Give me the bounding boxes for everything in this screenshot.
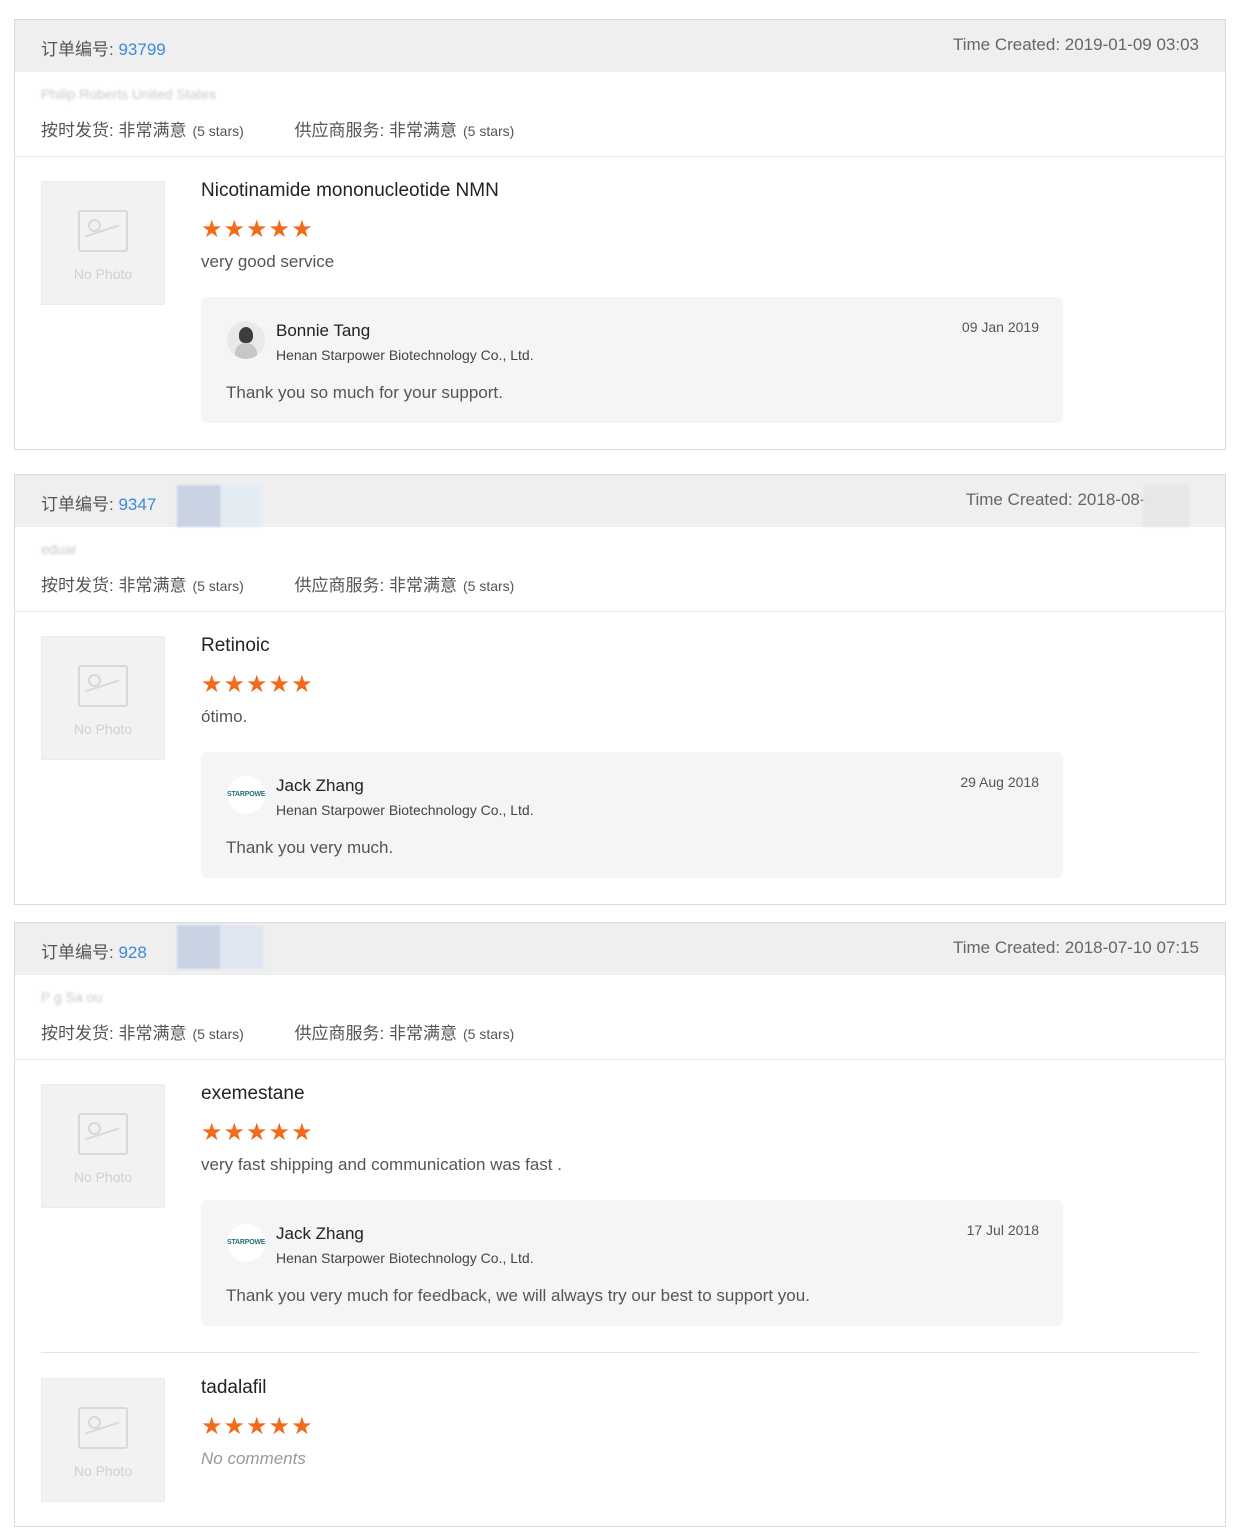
redaction-mask bbox=[221, 925, 263, 969]
star-rating: ★★★★★ bbox=[201, 216, 314, 243]
replier-avatar: STARPOWER bbox=[227, 776, 265, 814]
buyer-name: P g Sa ou bbox=[41, 989, 103, 1005]
order-card: 订单编号: 928 Time Created: 2018-07-10 07:15… bbox=[14, 922, 1226, 1527]
no-photo-label: No Photo bbox=[73, 721, 133, 737]
image-placeholder-icon bbox=[78, 1113, 128, 1155]
replier-name: Jack Zhang bbox=[276, 1224, 364, 1243]
buyer-name: Philip Roberts United States bbox=[41, 86, 217, 102]
buyer-ratings: P g Sa ou 按时发货: 非常满意 (5 stars) 供应商服务: 非常满… bbox=[15, 975, 1225, 1060]
seller-reply: STARPOWER Jack Zhang Henan Starpower Bio… bbox=[201, 1200, 1063, 1326]
item-divider bbox=[41, 1352, 1199, 1353]
review-comment: very good service bbox=[201, 252, 335, 271]
replier-company: Henan Starpower Biotechnology Co., Ltd. bbox=[276, 802, 534, 818]
order-number-value[interactable]: 9347 bbox=[118, 495, 156, 514]
shipping-rating-stars: (5 stars) bbox=[192, 1026, 244, 1042]
replier-avatar: STARPOWER bbox=[227, 1224, 265, 1262]
shipping-rating-stars: (5 stars) bbox=[192, 123, 244, 139]
product-title[interactable]: tadalafil bbox=[201, 1377, 267, 1399]
shipping-rating: 按时发货: 非常满意 (5 stars) bbox=[41, 1019, 244, 1044]
service-rating-label: 供应商服务: 非常满意 bbox=[294, 121, 457, 140]
order-header: 订单编号: 93799 Time Created: 2019-01-09 03:… bbox=[15, 20, 1225, 72]
product-thumbnail[interactable]: No Photo bbox=[41, 181, 165, 305]
reply-text: Thank you very much for feedback, we wil… bbox=[226, 1286, 810, 1305]
redaction-mask bbox=[221, 485, 261, 527]
order-number: 订单编号: 9347 bbox=[41, 490, 156, 515]
review-comment: ótimo. bbox=[201, 707, 248, 726]
seller-reply: STARPOWER Jack Zhang Henan Starpower Bio… bbox=[201, 752, 1063, 878]
reply-text: Thank you so much for your support. bbox=[226, 383, 503, 402]
product-thumbnail[interactable]: No Photo bbox=[41, 636, 165, 760]
reply-date: 29 Aug 2018 bbox=[960, 774, 1039, 790]
service-rating: 供应商服务: 非常满意 (5 stars) bbox=[295, 571, 515, 596]
buyer-ratings: Philip Roberts United States 按时发货: 非常满意 (… bbox=[15, 72, 1225, 157]
order-number-value[interactable]: 93799 bbox=[118, 40, 165, 59]
brand-logo: STARPOWER bbox=[227, 1239, 265, 1246]
shipping-rating-label: 按时发货: 非常满意 bbox=[41, 1024, 187, 1043]
shipping-rating-stars: (5 stars) bbox=[192, 578, 244, 594]
reply-date: 17 Jul 2018 bbox=[966, 1222, 1039, 1238]
order-number-label: 订单编号: bbox=[41, 943, 119, 962]
redaction-mask bbox=[177, 925, 221, 969]
order-number-label: 订单编号: bbox=[41, 495, 119, 514]
image-placeholder-icon bbox=[78, 1407, 128, 1449]
shipping-rating: 按时发货: 非常满意 (5 stars) bbox=[41, 571, 244, 596]
shipping-rating: 按时发货: 非常满意 (5 stars) bbox=[41, 116, 244, 141]
time-created: Time Created: 2018-08-2 bbox=[965, 490, 1155, 509]
order-number: 订单编号: 928 bbox=[41, 938, 147, 963]
seller-reply: Bonnie Tang Henan Starpower Biotechnolog… bbox=[201, 297, 1063, 423]
product-thumbnail[interactable]: No Photo bbox=[41, 1378, 165, 1502]
star-rating: ★★★★★ bbox=[201, 671, 314, 698]
order-card: 订单编号: 9347 Time Created: 2018-08-2 eduar… bbox=[14, 474, 1226, 905]
order-number-label: 订单编号: bbox=[41, 40, 119, 59]
replier-avatar bbox=[227, 321, 265, 359]
ratings-row: 按时发货: 非常满意 (5 stars) 供应商服务: 非常满意 (5 stars) bbox=[41, 1019, 560, 1044]
service-rating-label: 供应商服务: 非常满意 bbox=[294, 1024, 457, 1043]
image-placeholder-icon bbox=[78, 210, 128, 252]
no-photo-label: No Photo bbox=[73, 266, 133, 282]
reply-date: 09 Jan 2019 bbox=[961, 319, 1039, 335]
replier-name: Bonnie Tang bbox=[276, 321, 371, 340]
service-rating-stars: (5 stars) bbox=[462, 1026, 515, 1042]
shipping-rating-label: 按时发货: 非常满意 bbox=[41, 121, 187, 140]
brand-logo: STARPOWER bbox=[227, 791, 265, 798]
order-header: 订单编号: 928 Time Created: 2018-07-10 07:15 bbox=[15, 923, 1225, 975]
replier-company: Henan Starpower Biotechnology Co., Ltd. bbox=[276, 1250, 534, 1266]
review-comment: very fast shipping and communication was… bbox=[201, 1155, 562, 1174]
redaction-mask bbox=[1143, 485, 1189, 527]
no-photo-label: No Photo bbox=[73, 1463, 133, 1479]
shipping-rating-label: 按时发货: 非常满意 bbox=[41, 576, 187, 595]
product-thumbnail[interactable]: No Photo bbox=[41, 1084, 165, 1208]
order-number: 订单编号: 93799 bbox=[41, 35, 166, 60]
ratings-row: 按时发货: 非常满意 (5 stars) 供应商服务: 非常满意 (5 stars) bbox=[41, 116, 560, 141]
reply-text: Thank you very much. bbox=[226, 838, 394, 857]
service-rating-stars: (5 stars) bbox=[462, 123, 515, 139]
star-rating: ★★★★★ bbox=[201, 1119, 314, 1146]
time-created: Time Created: 2018-07-10 07:15 bbox=[952, 938, 1199, 957]
order-card: 订单编号: 93799 Time Created: 2019-01-09 03:… bbox=[14, 19, 1226, 450]
ratings-row: 按时发货: 非常满意 (5 stars) 供应商服务: 非常满意 (5 stars) bbox=[41, 571, 560, 596]
product-title[interactable]: Nicotinamide mononucleotide NMN bbox=[201, 180, 499, 202]
no-photo-label: No Photo bbox=[73, 1169, 133, 1185]
product-title[interactable]: exemestane bbox=[201, 1083, 305, 1105]
time-created: Time Created: 2019-01-09 03:03 bbox=[952, 35, 1199, 54]
order-header: 订单编号: 9347 Time Created: 2018-08-2 bbox=[15, 475, 1225, 527]
service-rating: 供应商服务: 非常满意 (5 stars) bbox=[295, 1019, 515, 1044]
star-rating: ★★★★★ bbox=[201, 1413, 314, 1440]
image-placeholder-icon bbox=[78, 665, 128, 707]
buyer-name: eduar bbox=[41, 541, 77, 557]
service-rating: 供应商服务: 非常满意 (5 stars) bbox=[295, 116, 515, 141]
buyer-ratings: eduar 按时发货: 非常满意 (5 stars) 供应商服务: 非常满意 (5 … bbox=[15, 527, 1225, 612]
service-rating-stars: (5 stars) bbox=[462, 578, 515, 594]
replier-name: Jack Zhang bbox=[276, 776, 364, 795]
service-rating-label: 供应商服务: 非常满意 bbox=[294, 576, 457, 595]
review-comment: No comments bbox=[201, 1449, 306, 1468]
order-number-value[interactable]: 928 bbox=[118, 943, 146, 962]
product-title[interactable]: Retinoic bbox=[201, 635, 270, 657]
replier-company: Henan Starpower Biotechnology Co., Ltd. bbox=[276, 347, 534, 363]
redaction-mask bbox=[177, 485, 221, 527]
